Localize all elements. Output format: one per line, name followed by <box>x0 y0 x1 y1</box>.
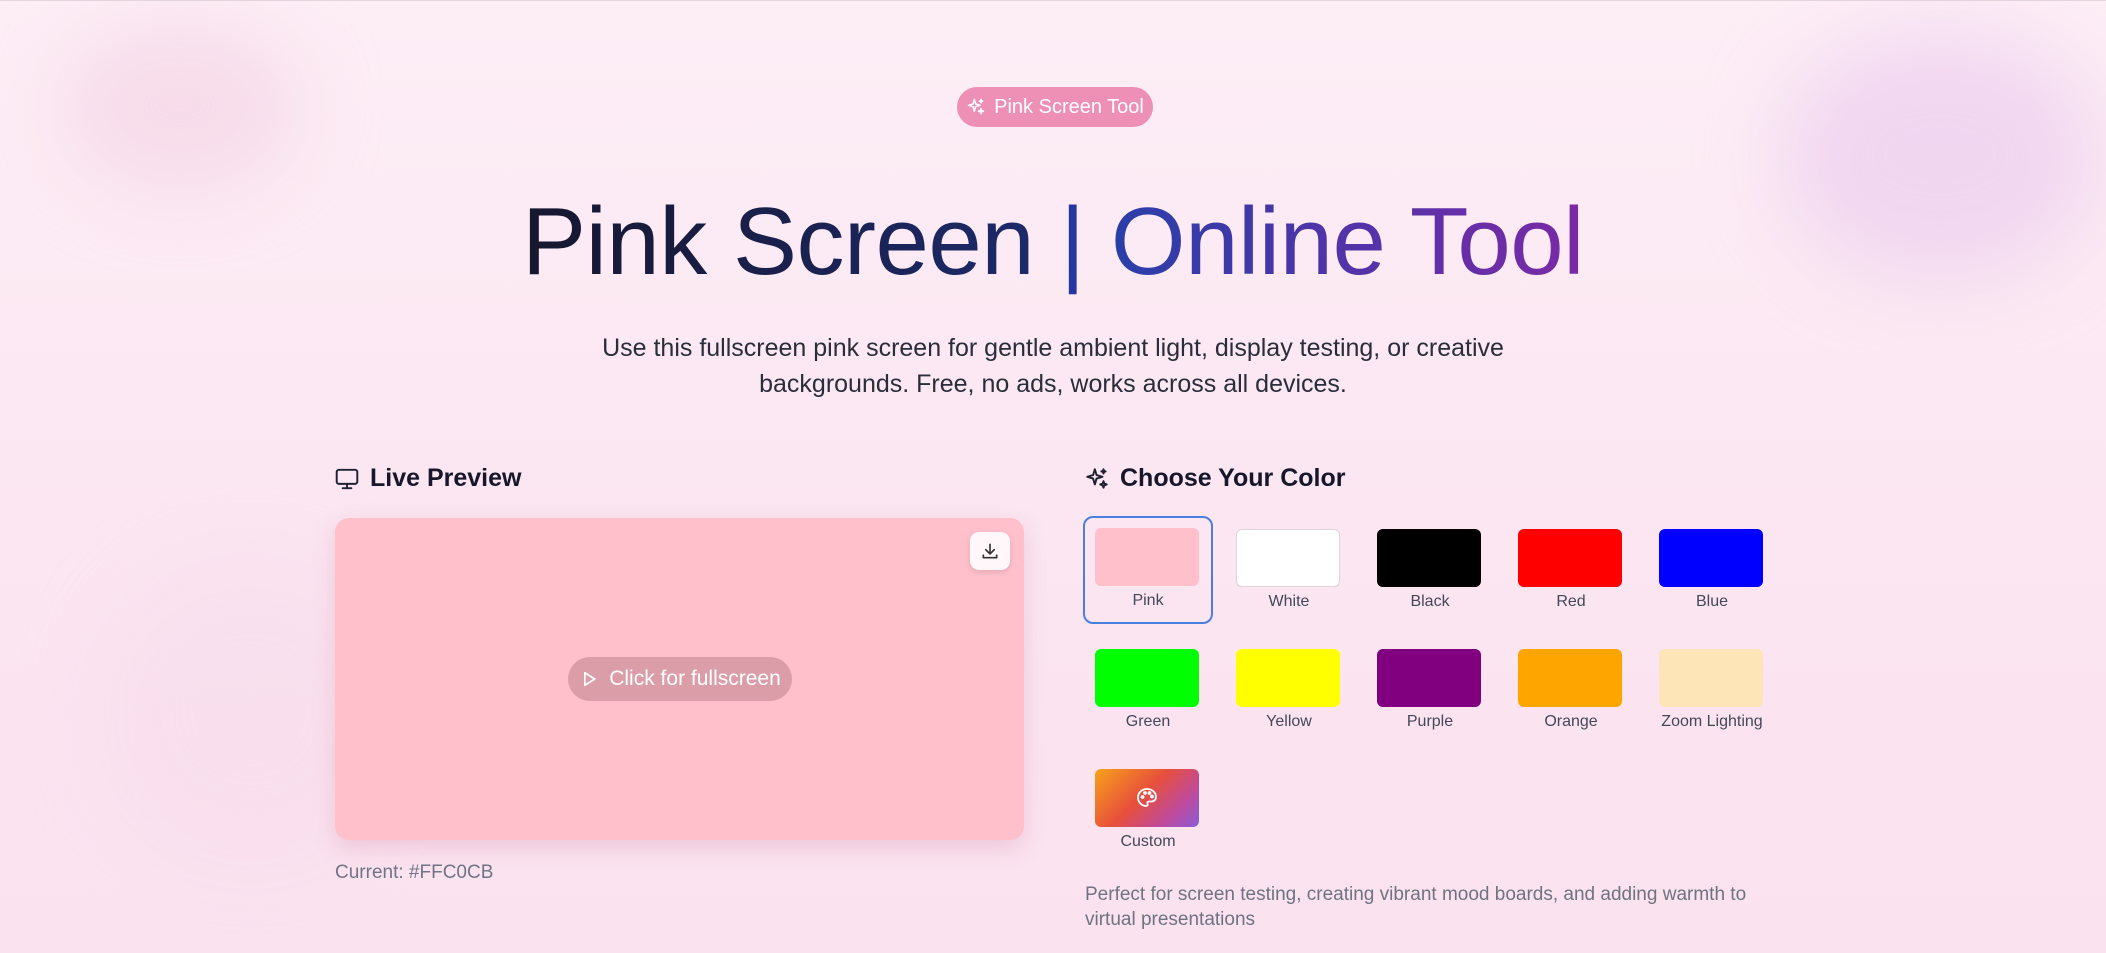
swatch-chip <box>1095 528 1199 586</box>
swatch-chip <box>1236 529 1340 587</box>
swatch-green[interactable]: Green <box>1083 637 1213 745</box>
page-subtitle: Use this fullscreen pink screen for gent… <box>602 334 1504 398</box>
swatch-chip <box>1236 649 1340 707</box>
swatch-yellow[interactable]: Yellow <box>1224 637 1354 745</box>
fullscreen-label: Click for fullscreen <box>609 667 781 690</box>
sparkles-icon <box>1086 467 1108 489</box>
tool-badge: Pink Screen Tool <box>957 87 1153 127</box>
fullscreen-button[interactable]: Click for fullscreen <box>568 657 792 701</box>
background-glow-left <box>60 20 300 190</box>
swatch-chip <box>1377 529 1481 587</box>
swatch-label: Yellow <box>1266 713 1312 730</box>
swatch-chip <box>1518 529 1622 587</box>
title-part-2: Online Tool <box>1110 188 1585 295</box>
swatch-label: Pink <box>1132 592 1164 609</box>
swatch-label: Zoom Lighting <box>1661 713 1763 730</box>
swatch-blue[interactable]: Blue <box>1647 517 1777 625</box>
title-part-1: Pink Screen <box>522 188 1035 295</box>
preview-panel[interactable]: Click for fullscreen <box>335 518 1024 840</box>
color-description: Perfect for screen testing, creating vib… <box>1085 884 1747 930</box>
swatch-pink[interactable]: Pink <box>1083 516 1213 624</box>
top-divider <box>0 0 2106 1</box>
swatch-chip <box>1095 769 1199 827</box>
swatch-chip <box>1659 529 1763 587</box>
swatch-purple[interactable]: Purple <box>1365 637 1495 745</box>
current-color-readout: Current: #FFC0CB <box>335 862 494 883</box>
swatch-label: Blue <box>1695 593 1729 610</box>
live-preview-title: Live Preview <box>370 464 522 492</box>
swatch-chip <box>1518 649 1622 707</box>
sparkles-icon <box>967 98 985 115</box>
monitor-icon <box>335 468 359 489</box>
swatch-label: Black <box>1410 593 1450 610</box>
swatch-label: Green <box>1125 713 1171 730</box>
swatch-zoom-lighting[interactable]: Zoom Lighting <box>1647 637 1777 745</box>
swatch-custom[interactable]: Custom <box>1083 757 1213 865</box>
badge-label: Pink Screen Tool <box>994 95 1144 118</box>
swatch-white[interactable]: White <box>1224 517 1354 625</box>
choose-color-title: Choose Your Color <box>1120 464 1346 492</box>
palette-icon <box>1137 788 1157 807</box>
swatch-label: Custom <box>1120 833 1176 850</box>
live-preview-heading: Live Preview <box>334 464 521 493</box>
download-icon <box>982 543 998 559</box>
play-icon <box>584 671 596 687</box>
swatch-black[interactable]: Black <box>1365 517 1495 625</box>
download-button[interactable] <box>970 532 1010 570</box>
swatch-label: Purple <box>1406 713 1454 730</box>
swatch-chip <box>1659 649 1763 707</box>
title-separator: | <box>1060 188 1085 295</box>
swatch-red[interactable]: Red <box>1506 517 1636 625</box>
choose-color-heading: Choose Your Color <box>1084 464 1345 493</box>
swatch-orange[interactable]: Orange <box>1506 637 1636 745</box>
swatch-chip <box>1377 649 1481 707</box>
swatch-label: Orange <box>1544 713 1598 730</box>
swatch-label: Red <box>1556 593 1586 610</box>
swatch-chip <box>1095 649 1199 707</box>
page-title: Pink Screen | Online Tool <box>0 182 2106 302</box>
swatch-label: White <box>1268 593 1310 610</box>
